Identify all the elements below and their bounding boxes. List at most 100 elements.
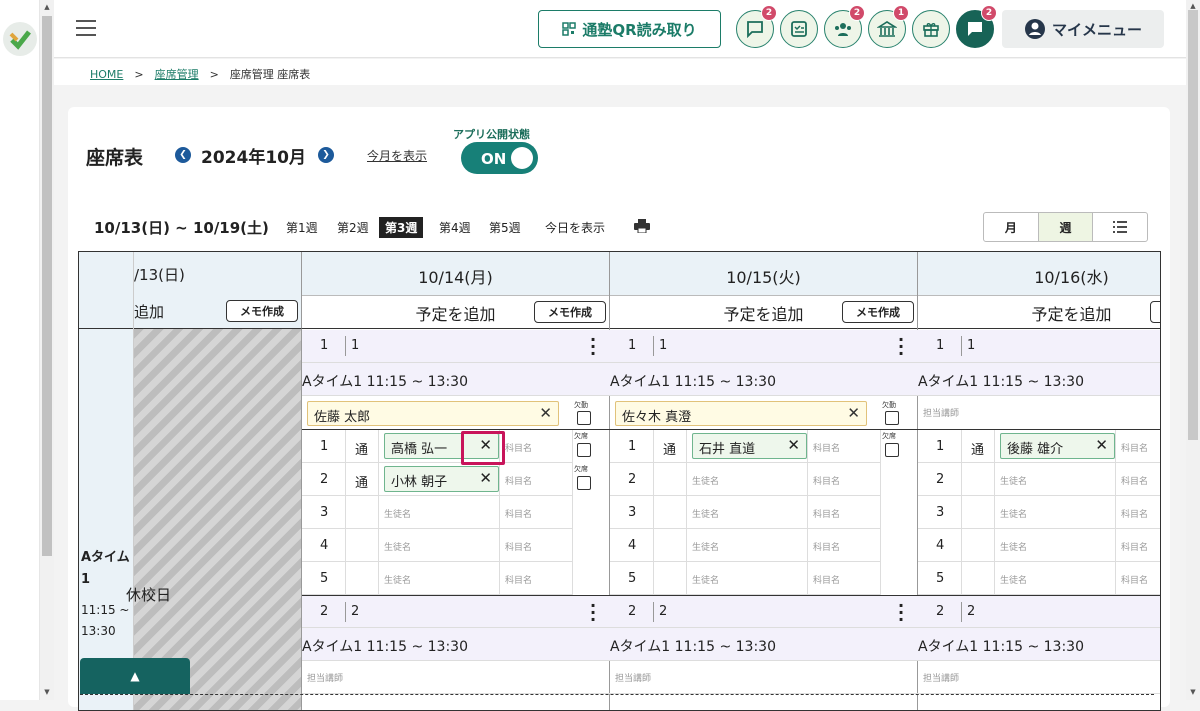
close-icon[interactable]: ✕	[1095, 436, 1108, 454]
student-placeholder[interactable]: 生徒名	[1000, 540, 1027, 553]
gift-button[interactable]	[912, 10, 950, 48]
page-title: 座席表	[86, 147, 144, 169]
close-icon[interactable]: ✕	[787, 436, 800, 454]
subject-placeholder[interactable]: 科目名	[1121, 573, 1148, 586]
qr-scan-button[interactable]: 通塾QR読み取り	[538, 10, 721, 48]
close-icon[interactable]: ✕	[479, 469, 492, 487]
teacher-absent-checkbox[interactable]	[885, 411, 899, 425]
student-placeholder[interactable]: 生徒名	[692, 540, 719, 553]
subject-placeholder[interactable]: 科目名	[813, 474, 840, 487]
teacher-placeholder[interactable]: 担当講師	[923, 671, 959, 684]
create-memo-button[interactable]: メモ作成	[534, 301, 606, 323]
teacher-chip[interactable]: 佐藤 太郎 ✕	[307, 401, 559, 426]
attendance-type: 通	[663, 443, 677, 458]
add-schedule-link[interactable]: 予定を追加	[723, 305, 803, 324]
sidebar-scrollbar[interactable]: ▲ ▼	[40, 0, 54, 700]
teacher-placeholder[interactable]: 担当講師	[923, 406, 959, 419]
student-row: 2 生徒名 科目名	[610, 463, 880, 496]
subject-placeholder[interactable]: 科目名	[505, 540, 532, 553]
breadcrumb-seat-management[interactable]: 座席管理	[155, 68, 199, 81]
student-placeholder[interactable]: 生徒名	[384, 507, 411, 520]
subject-placeholder[interactable]: 科目名	[813, 540, 840, 553]
student-absent-checkbox[interactable]	[577, 476, 591, 490]
student-placeholder[interactable]: 生徒名	[384, 573, 411, 586]
school-button[interactable]: 1	[868, 5, 909, 48]
student-absent-checkbox[interactable]	[577, 443, 591, 457]
create-memo-button[interactable]: メモ作成	[842, 301, 914, 323]
week-view-button[interactable]: 週	[1038, 213, 1094, 241]
student-row: 1 通高橋 弘一 ✕ 科目名	[302, 430, 572, 463]
subject-placeholder[interactable]: 科目名	[1121, 474, 1148, 487]
week-tab-4[interactable]: 第4週	[439, 219, 471, 236]
student-placeholder[interactable]: 生徒名	[692, 474, 719, 487]
app-logo-icon[interactable]	[3, 22, 37, 56]
timeslot-row: Aタイム1 11:15 ~ 13:30	[918, 363, 1160, 396]
student-placeholder[interactable]: 生徒名	[384, 540, 411, 553]
student-placeholder[interactable]: 生徒名	[692, 507, 719, 520]
subject-placeholder[interactable]: 科目名	[505, 573, 532, 586]
message-button[interactable]: 2	[736, 5, 777, 48]
create-memo-button[interactable]: メモ作成	[226, 300, 298, 322]
subject-placeholder[interactable]: 科目名	[505, 441, 532, 454]
hamburger-menu-icon[interactable]	[76, 20, 96, 36]
add-schedule-link[interactable]: 予定を追加	[415, 305, 495, 324]
student-placeholder[interactable]: 生徒名	[1000, 573, 1027, 586]
show-today-link[interactable]: 今日を表示	[545, 219, 605, 236]
next-month-chevron-icon[interactable]: ❯	[318, 147, 334, 163]
subject-placeholder[interactable]: 科目名	[1121, 540, 1148, 553]
subject-placeholder[interactable]: 科目名	[813, 573, 840, 586]
student-chip[interactable]: 小林 朝子 ✕	[384, 466, 499, 492]
subject-placeholder[interactable]: 科目名	[505, 474, 532, 487]
student-placeholder[interactable]: 生徒名	[692, 573, 719, 586]
timeslot-time: 11:15 ~ 13:30	[81, 603, 130, 638]
week-range: 10/13(日) ~ 10/19(土)	[94, 219, 269, 237]
more-options-icon[interactable]: · · ·	[590, 332, 596, 362]
this-month-link[interactable]: 今月を表示	[367, 147, 427, 164]
student-chip[interactable]: 石井 直道 ✕	[692, 433, 807, 459]
subject-placeholder[interactable]: 科目名	[813, 441, 840, 454]
student-absent-checkbox[interactable]	[885, 443, 899, 457]
week-tab-1[interactable]: 第1週	[286, 219, 318, 236]
student-chip[interactable]: 後藤 雄介 ✕	[1000, 433, 1115, 459]
add-schedule-link[interactable]: 予定を追加	[1031, 305, 1111, 324]
prev-month-chevron-icon[interactable]: ❮	[175, 147, 191, 163]
more-options-icon[interactable]: · · ·	[590, 598, 596, 628]
checklist-icon	[791, 21, 807, 37]
more-options-icon[interactable]: · · ·	[898, 598, 904, 628]
booth-row: 11···	[918, 330, 1160, 363]
student-placeholder[interactable]: 生徒名	[1000, 474, 1027, 487]
booth-row: 11···	[610, 330, 918, 363]
week-tab-2[interactable]: 第2週	[337, 219, 369, 236]
teacher-row: 佐々木 真澄 ✕ 欠勤	[610, 396, 918, 430]
close-icon[interactable]: ✕	[847, 404, 860, 422]
publish-toggle[interactable]: ON	[461, 142, 538, 174]
checklist-button[interactable]	[780, 10, 818, 48]
month-view-button[interactable]: 月	[984, 213, 1039, 241]
week-tab-5[interactable]: 第5週	[489, 219, 521, 236]
list-view-button[interactable]	[1093, 213, 1147, 241]
add-schedule-link[interactable]: 追加	[134, 301, 164, 322]
teacher-chip[interactable]: 佐々木 真澄 ✕	[615, 401, 867, 426]
teacher-absent-checkbox[interactable]	[577, 411, 591, 425]
teacher-placeholder[interactable]: 担当講師	[615, 671, 651, 684]
close-icon[interactable]: ✕	[539, 404, 552, 422]
my-menu-button[interactable]: マイメニュー	[1002, 10, 1164, 48]
subject-placeholder[interactable]: 科目名	[505, 507, 532, 520]
notification-button[interactable]: 2	[956, 5, 997, 48]
print-icon[interactable]	[634, 219, 650, 233]
student-row: 2 生徒名 科目名	[918, 463, 1160, 496]
scroll-up-button[interactable]: ▲	[80, 658, 190, 694]
absent-label: 欠席	[574, 432, 588, 440]
more-options-icon[interactable]: · · ·	[898, 332, 904, 362]
subject-placeholder[interactable]: 科目名	[813, 507, 840, 520]
week-tab-3[interactable]: 第3週	[379, 217, 424, 238]
group-button[interactable]: 2	[824, 5, 865, 48]
subject-placeholder[interactable]: 科目名	[1121, 441, 1148, 454]
breadcrumb-home[interactable]: HOME	[90, 68, 123, 81]
page-scrollbar[interactable]: ▲ ▼	[1186, 0, 1200, 700]
seat-grid: Aタイム1 11:15 ~ 13:30 /13(日) 追加 メモ作成 休校日 1…	[78, 251, 1161, 711]
student-placeholder[interactable]: 生徒名	[1000, 507, 1027, 520]
teacher-placeholder[interactable]: 担当講師	[307, 671, 343, 684]
subject-placeholder[interactable]: 科目名	[1121, 507, 1148, 520]
timeslot-row: Aタイム1 11:15 ~ 13:30	[610, 363, 918, 396]
